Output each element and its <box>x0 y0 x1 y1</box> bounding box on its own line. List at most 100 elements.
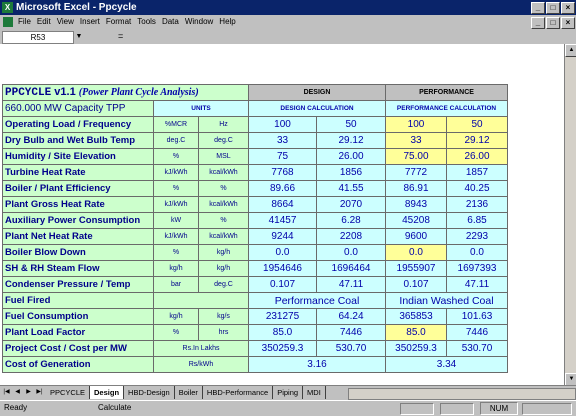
performance-value-cell[interactable]: 2136 <box>446 196 508 213</box>
unit-cell[interactable]: % <box>198 212 249 229</box>
menu-insert[interactable]: Insert <box>80 17 100 26</box>
performance-value-cell[interactable]: 530.70 <box>446 340 508 357</box>
design-calc-header[interactable]: DESIGN CALCULATION <box>248 100 386 117</box>
row-label[interactable]: Boiler Blow Down <box>2 244 154 261</box>
menu-window[interactable]: Window <box>185 17 213 26</box>
unit-cell[interactable]: kJ/kWh <box>153 228 199 245</box>
unit-cell[interactable]: deg.C <box>198 276 249 293</box>
performance-value-cell[interactable]: 101.63 <box>446 308 508 325</box>
design-value-cell[interactable]: 47.11 <box>316 276 386 293</box>
design-value-cell[interactable]: 0.0 <box>248 244 317 261</box>
unit-cell[interactable]: % <box>198 180 249 197</box>
design-value-cell[interactable]: 7768 <box>248 164 317 181</box>
performance-value-cell[interactable]: 350259.3 <box>385 340 447 357</box>
performance-value-cell[interactable]: 86.91 <box>385 180 447 197</box>
worksheet[interactable]: PPCYCLE v1.1 (Power Plant Cycle Analysis… <box>0 44 564 385</box>
performance-value-cell[interactable]: 85.0 <box>385 324 447 341</box>
design-value-cell[interactable]: 33 <box>248 132 317 149</box>
unit-cell[interactable]: kg/h <box>198 260 249 277</box>
unit-cell[interactable]: kW <box>153 212 199 229</box>
menu-format[interactable]: Format <box>106 17 131 26</box>
performance-value-cell[interactable]: 8943 <box>385 196 447 213</box>
design-value-cell[interactable]: 9244 <box>248 228 317 245</box>
unit-cell[interactable]: % <box>153 180 199 197</box>
sheet-tab-hbd-performance[interactable]: HBD-Performance <box>203 386 274 399</box>
unit-cell[interactable]: % <box>153 148 199 165</box>
name-box-dropdown-icon[interactable]: ▼ <box>74 31 84 42</box>
design-value-cell[interactable]: 75 <box>248 148 317 165</box>
performance-value-cell[interactable]: 1697393 <box>446 260 508 277</box>
unit-cell[interactable]: kg/h <box>153 260 199 277</box>
design-value-cell[interactable]: 8664 <box>248 196 317 213</box>
unit-cell[interactable]: kg/h <box>153 308 199 325</box>
unit-cell[interactable]: %MCR <box>153 116 199 133</box>
performance-value-cell[interactable]: 0.107 <box>385 276 447 293</box>
menu-view[interactable]: View <box>57 17 74 26</box>
prev-sheet-icon[interactable]: ◀ <box>13 387 22 398</box>
perf-calc-header[interactable]: PERFORMANCE CALCULATION <box>385 100 508 117</box>
performance-value-cell[interactable]: 0.0 <box>446 244 508 261</box>
workbook-icon[interactable] <box>3 17 13 27</box>
performance-value-cell[interactable]: 0.0 <box>385 244 447 261</box>
row-label[interactable]: Turbine Heat Rate <box>2 164 154 181</box>
performance-value-cell[interactable]: 40.25 <box>446 180 508 197</box>
menu-tools[interactable]: Tools <box>137 17 156 26</box>
performance-value-cell[interactable]: 9600 <box>385 228 447 245</box>
menu-file[interactable]: File <box>18 17 31 26</box>
row-label[interactable]: Fuel Consumption <box>2 308 154 325</box>
performance-value-cell[interactable]: 29.12 <box>446 132 508 149</box>
row-label[interactable]: SH & RH Steam Flow <box>2 260 154 277</box>
row-label[interactable]: Plant Load Factor <box>2 324 154 341</box>
performance-value-cell[interactable]: 1857 <box>446 164 508 181</box>
performance-value-cell[interactable]: 50 <box>446 116 508 133</box>
design-value-cell[interactable]: 1696464 <box>316 260 386 277</box>
unit-cell[interactable]: kJ/kWh <box>153 164 199 181</box>
performance-value-cell[interactable]: 1955907 <box>385 260 447 277</box>
performance-value-cell[interactable]: 75.00 <box>385 148 447 165</box>
next-sheet-icon[interactable]: ▶ <box>24 387 33 398</box>
row-label[interactable]: Humidity / Site Elevation <box>2 148 154 165</box>
unit-cell[interactable]: MSL <box>198 148 249 165</box>
doc-restore-button[interactable]: □ <box>546 17 560 29</box>
design-value-cell[interactable]: 26.00 <box>316 148 386 165</box>
sheet-tab-boiler[interactable]: Boiler <box>175 386 203 399</box>
row-label[interactable]: Auxiliary Power Consumption <box>2 212 154 229</box>
design-value-cell[interactable]: 89.66 <box>248 180 317 197</box>
design-value-cell[interactable]: 2070 <box>316 196 386 213</box>
unit-cell[interactable]: kcal/kWh <box>198 228 249 245</box>
design-header[interactable]: DESIGN <box>248 84 386 101</box>
sheet-tab-ppcycle[interactable]: PPCYCLE <box>46 386 91 399</box>
design-value-cell[interactable]: 64.24 <box>316 308 386 325</box>
doc-close-button[interactable]: × <box>561 17 575 29</box>
unit-cell[interactable]: % <box>153 324 199 341</box>
design-value-cell[interactable]: 1954646 <box>248 260 317 277</box>
row-label[interactable]: Plant Net Heat Rate <box>2 228 154 245</box>
performance-value-cell[interactable]: 47.11 <box>446 276 508 293</box>
menu-help[interactable]: Help <box>219 17 235 26</box>
name-box[interactable]: R53 <box>2 31 74 44</box>
maximize-button[interactable]: □ <box>546 2 560 14</box>
design-value-cell[interactable]: 85.0 <box>248 324 317 341</box>
unit-cell[interactable]: kg/h <box>198 244 249 261</box>
design-value-cell[interactable]: 100 <box>248 116 317 133</box>
minimize-button[interactable]: _ <box>531 2 545 14</box>
row-label[interactable]: Condenser Pressure / Temp <box>2 276 154 293</box>
scroll-up-icon[interactable]: ▲ <box>565 44 576 57</box>
design-value-cell[interactable]: 0.107 <box>248 276 317 293</box>
unit-cell[interactable]: deg.C <box>153 132 199 149</box>
design-value-cell[interactable]: 6.28 <box>316 212 386 229</box>
design-value-cell[interactable]: 350259.3 <box>248 340 317 357</box>
performance-value-cell[interactable]: 45208 <box>385 212 447 229</box>
design-value-cell[interactable]: 41.55 <box>316 180 386 197</box>
menu-data[interactable]: Data <box>162 17 179 26</box>
unit-cell[interactable]: Rs.In Lakhs <box>153 340 249 357</box>
design-value-cell[interactable]: 7446 <box>316 324 386 341</box>
units-header[interactable]: UNITS <box>153 100 249 117</box>
unit-cell[interactable]: Hz <box>198 116 249 133</box>
row-label[interactable]: Operating Load / Frequency <box>2 116 154 133</box>
first-sheet-icon[interactable]: |◀ <box>2 387 11 398</box>
horizontal-scrollbar[interactable] <box>348 388 576 400</box>
row-label[interactable]: Boiler / Plant Efficiency <box>2 180 154 197</box>
design-value-cell[interactable]: 3.16 <box>248 356 386 373</box>
unit-cell[interactable]: kcal/kWh <box>198 196 249 213</box>
